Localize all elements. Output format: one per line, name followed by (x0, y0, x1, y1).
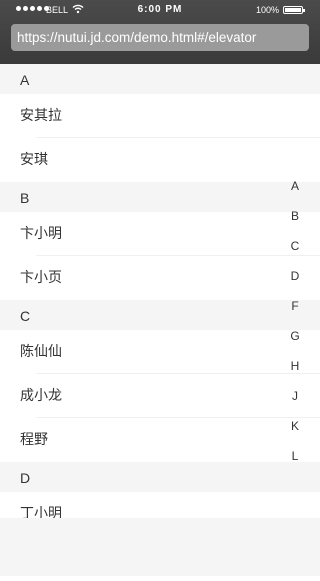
bottom-edge (0, 576, 320, 581)
elevator-index-bar[interactable]: A B C D F G H J K L (278, 171, 312, 471)
status-bar: BELL 6:00 PM 100% (0, 0, 320, 20)
list-item[interactable]: 卞小页 (0, 256, 320, 300)
group-header-c: C (0, 300, 320, 330)
browser-chrome: BELL 6:00 PM 100% https://nutui.jd.com/d… (0, 0, 320, 64)
page-background (0, 518, 320, 576)
list-item[interactable]: 安琪 (0, 138, 320, 182)
index-h[interactable]: H (278, 351, 312, 381)
group-header-d: D (0, 462, 320, 492)
list-item[interactable]: 成小龙 (0, 374, 320, 418)
index-b[interactable]: B (278, 201, 312, 231)
index-f[interactable]: F (278, 291, 312, 321)
index-a[interactable]: A (278, 171, 312, 201)
battery-icon (283, 6, 305, 14)
battery-percent: 100% (256, 5, 280, 15)
index-g[interactable]: G (278, 321, 312, 351)
index-k[interactable]: K (278, 411, 312, 441)
list-item[interactable]: 丁小明 (0, 492, 320, 518)
list-item[interactable]: 卞小明 (0, 212, 320, 256)
group-header-b: B (0, 182, 320, 212)
index-c[interactable]: C (278, 231, 312, 261)
index-l[interactable]: L (278, 441, 312, 471)
elevator-list[interactable]: A 安其拉 安琪 B 卞小明 卞小页 C 陈仙仙 成小龙 程野 D 丁小明 (0, 64, 320, 518)
address-bar[interactable]: https://nutui.jd.com/demo.html#/elevator (11, 24, 309, 51)
index-j[interactable]: J (278, 381, 312, 411)
list-item[interactable]: 陈仙仙 (0, 330, 320, 374)
list-item[interactable]: 程野 (0, 418, 320, 462)
index-d[interactable]: D (278, 261, 312, 291)
group-header-a: A (0, 64, 320, 94)
list-item[interactable]: 安其拉 (0, 94, 320, 138)
